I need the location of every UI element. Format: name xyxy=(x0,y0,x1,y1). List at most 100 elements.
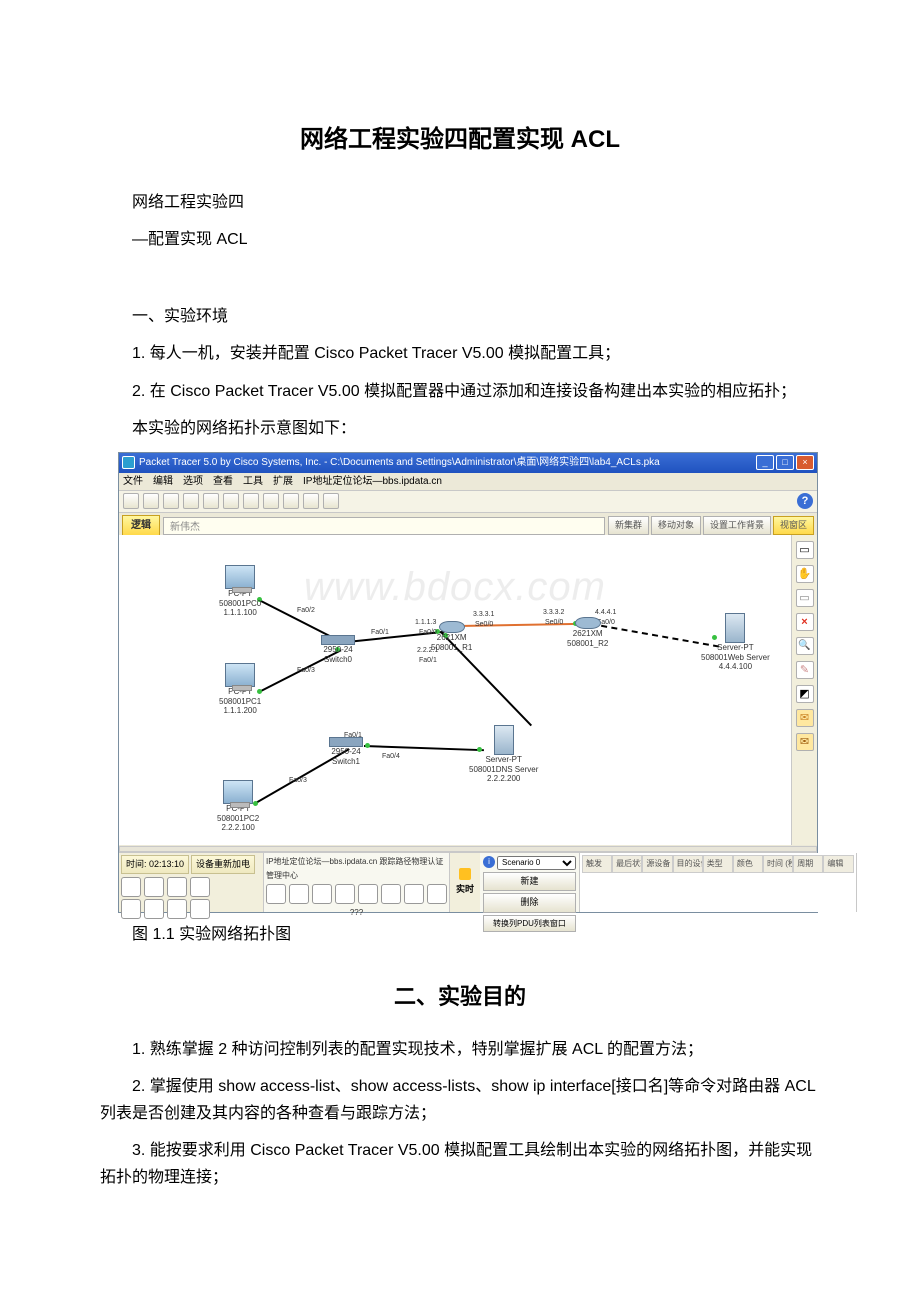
app-icon xyxy=(122,456,135,469)
device-category-end-icon[interactable] xyxy=(144,899,164,919)
delete-tool-icon[interactable]: × xyxy=(796,613,814,631)
device-model-icon[interactable] xyxy=(266,884,286,904)
if-label: Se0/0 xyxy=(545,617,563,629)
close-button[interactable]: × xyxy=(796,455,814,470)
realtime-toggle[interactable]: 实时 xyxy=(450,853,480,912)
resize-tool-icon[interactable]: ◩ xyxy=(796,685,814,703)
scenario-select[interactable]: Scenario 0 xyxy=(497,856,576,870)
menu-forum[interactable]: IP地址定位论坛—bbs.ipdata.cn xyxy=(303,473,442,490)
tab-logic[interactable]: 逻辑 xyxy=(122,515,160,535)
device-ip: 4.4.4.100 xyxy=(701,662,770,672)
device-category-switches-icon[interactable] xyxy=(144,877,164,897)
device-ip: 2.2.2.200 xyxy=(469,774,538,784)
toolbar-new-icon[interactable] xyxy=(123,493,139,509)
section1-p3: 本实验的网络拓扑示意图如下： xyxy=(100,415,820,442)
menu-file[interactable]: 文件 xyxy=(123,473,143,490)
if-label: Fa0/1 xyxy=(419,655,437,667)
device-dns[interactable]: Server-PT 508001DNS Server 2.2.2.200 xyxy=(469,725,538,784)
help-icon[interactable]: ? xyxy=(797,493,813,509)
device-model-icon[interactable] xyxy=(381,884,401,904)
minimize-button[interactable]: _ xyxy=(756,455,774,470)
scenario-delete-button[interactable]: 删除 xyxy=(483,893,576,912)
device-model-icon[interactable] xyxy=(312,884,332,904)
menu-ext[interactable]: 扩展 xyxy=(273,473,293,490)
page-title: 网络工程实验四配置实现 ACL xyxy=(100,120,820,161)
cluster-name-field: 新伟杰 xyxy=(163,517,605,535)
move-tool-icon[interactable] xyxy=(796,565,814,583)
device-model-icon[interactable] xyxy=(289,884,309,904)
new-cluster-button[interactable]: 新集群 xyxy=(608,516,649,535)
power-cycle-button[interactable]: 设备重新加电 xyxy=(191,855,255,874)
toolbar-undo-icon[interactable] xyxy=(243,493,259,509)
toggle-pdu-button[interactable]: 转换列PDU列表窗口 xyxy=(483,915,576,933)
device-label: 508001Web Server xyxy=(701,653,770,663)
device-category-routers-icon[interactable] xyxy=(121,877,141,897)
device-label: Switch1 xyxy=(329,757,363,767)
device-category-connections-icon[interactable] xyxy=(121,899,141,919)
menu-tools[interactable]: 工具 xyxy=(243,473,263,490)
section2-p1: 1. 熟练掌握 2 种访问控制列表的配置实现技术，特别掌握扩展 ACL 的配置方… xyxy=(100,1036,820,1063)
set-bg-button[interactable]: 设置工作背景 xyxy=(703,516,771,535)
device-sw1[interactable]: 2950-24 Switch1 xyxy=(329,737,363,766)
section1-p1: 1. 每人一机，安装并配置 Cisco Packet Tracer V5.00 … xyxy=(100,340,820,367)
select-tool-icon[interactable]: ▭ xyxy=(796,541,814,559)
maximize-button[interactable]: □ xyxy=(776,455,794,470)
device-model-icon[interactable] xyxy=(358,884,378,904)
intro-line-1: 网络工程实验四 xyxy=(100,189,820,216)
if-label: Se0/0 xyxy=(475,619,493,631)
device-model-icon[interactable] xyxy=(335,884,355,904)
device-r2[interactable]: 2621XM 508001_R2 xyxy=(567,617,608,648)
simple-pdu-tool-icon[interactable] xyxy=(796,709,814,727)
info-icon: i xyxy=(483,856,495,868)
note-tool-icon[interactable] xyxy=(796,589,814,607)
viewport-button[interactable]: 视窗区 xyxy=(773,516,814,535)
workspace: www.bdocx.com xyxy=(119,535,817,845)
draw-tool-icon[interactable] xyxy=(796,661,814,679)
toolbar-redo-icon[interactable] xyxy=(263,493,279,509)
realtime-label: 实时 xyxy=(456,882,474,897)
device-model-icon[interactable] xyxy=(404,884,424,904)
if-label: Fa0/3 xyxy=(297,665,315,677)
device-pc0[interactable]: PC-PT 508001PC0 1.1.1.100 xyxy=(219,565,261,618)
device-type-label: 2950-24 xyxy=(321,645,355,655)
complex-pdu-tool-icon[interactable] xyxy=(796,733,814,751)
device-pc1[interactable]: PC-PT 508001PC1 1.1.1.200 xyxy=(219,663,261,716)
topology-canvas[interactable]: www.bdocx.com xyxy=(119,535,791,845)
device-category-wireless-icon[interactable] xyxy=(190,877,210,897)
device-category-hubs-icon[interactable] xyxy=(167,877,187,897)
menu-view[interactable]: 查看 xyxy=(213,473,233,490)
pc-icon xyxy=(225,565,255,589)
device-ip: 2.2.2.100 xyxy=(217,823,259,833)
toolbar-zoomreset-icon[interactable] xyxy=(303,493,319,509)
toolbar-open-icon[interactable] xyxy=(143,493,159,509)
device-category-wan-icon[interactable] xyxy=(167,899,187,919)
device-label: 508001PC2 xyxy=(217,814,259,824)
device-type-label: Server-PT xyxy=(469,755,538,765)
if-label: Fa0/4 xyxy=(382,751,400,763)
packet-tracer-screenshot: Packet Tracer 5.0 by Cisco Systems, Inc.… xyxy=(118,452,818,913)
device-pc2[interactable]: PC-PT 508001PC2 2.2.2.100 xyxy=(217,780,259,833)
toolbar-print-icon[interactable] xyxy=(183,493,199,509)
menu-options[interactable]: 选项 xyxy=(183,473,203,490)
toolbar-save-icon[interactable] xyxy=(163,493,179,509)
status-bar: 时间: 02:13:10 设备重新加电 IP地址定位论坛—bbs.ipdata.… xyxy=(119,852,817,912)
toolbar-zoomout-icon[interactable] xyxy=(323,493,339,509)
toolbar-copy-icon[interactable] xyxy=(203,493,219,509)
device-sw0[interactable]: 2950-24 Switch0 xyxy=(321,635,355,664)
toolbar-paste-icon[interactable] xyxy=(223,493,239,509)
toolbar-zoomin-icon[interactable] xyxy=(283,493,299,509)
device-web[interactable]: Server-PT 508001Web Server 4.4.4.100 xyxy=(701,613,770,672)
move-object-button[interactable]: 移动对象 xyxy=(651,516,701,535)
device-r1[interactable]: 2621XM 508001_R1 xyxy=(431,621,472,652)
figure-caption: 图 1.1 实验网络拓扑图 xyxy=(100,921,820,948)
switch-icon xyxy=(329,737,363,747)
device-label: 508001_R2 xyxy=(567,639,608,649)
time-label: 时间: 02:13:10 xyxy=(121,855,189,874)
scenario-new-button[interactable]: 新建 xyxy=(483,872,576,891)
section2-p2: 2. 掌握使用 show access-list、show access-lis… xyxy=(100,1073,820,1127)
device-model-icon[interactable] xyxy=(427,884,447,904)
inspect-tool-icon[interactable] xyxy=(796,637,814,655)
window-titlebar: Packet Tracer 5.0 by Cisco Systems, Inc.… xyxy=(119,453,817,473)
menu-edit[interactable]: 编辑 xyxy=(153,473,173,490)
device-category-custom-icon[interactable] xyxy=(190,899,210,919)
